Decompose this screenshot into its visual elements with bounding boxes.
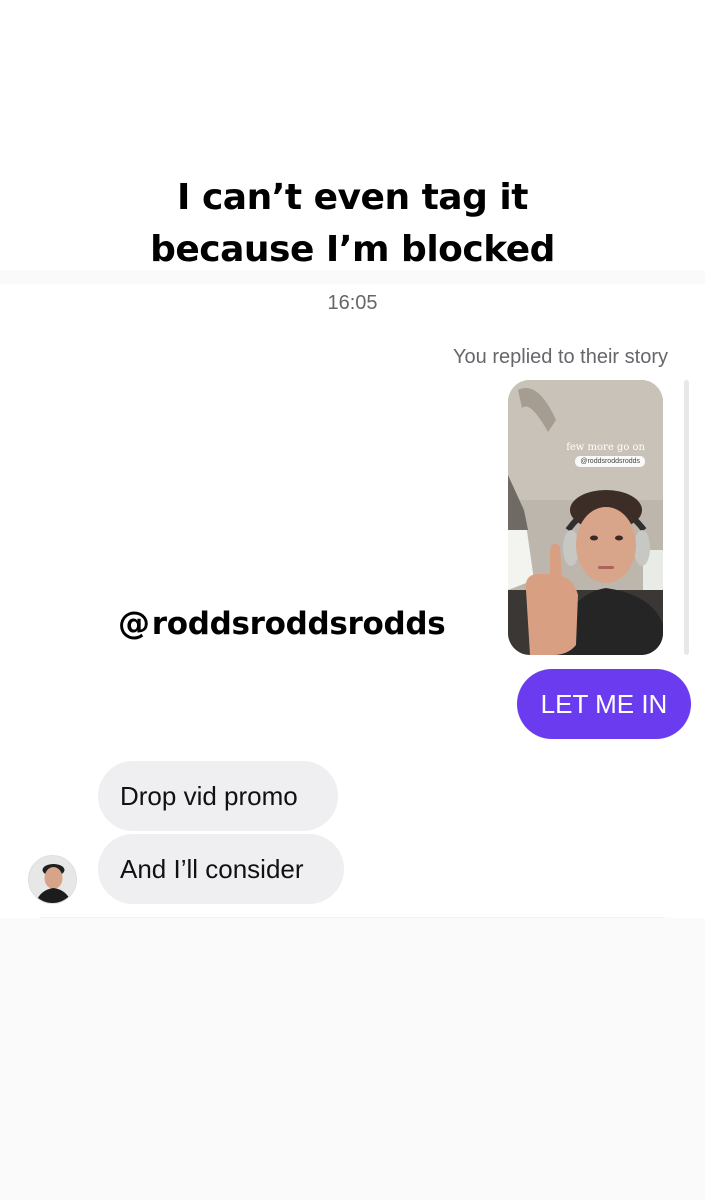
- message-timestamp: 16:05: [327, 292, 378, 314]
- threads-handle: @roddsroddsrodds: [118, 604, 446, 642]
- threads-icon: @: [118, 604, 150, 642]
- story-photo: [508, 380, 663, 655]
- story-mention-tag: @roddsroddsrodds: [575, 456, 645, 467]
- received-message-bubble[interactable]: And I’ll consider: [98, 834, 344, 904]
- sent-message-text: LET ME IN: [540, 688, 668, 719]
- story-caption: I can’t even tag it because I’m blocked: [0, 172, 705, 276]
- received-message-text: And I’ll consider: [120, 853, 304, 884]
- avatar-photo: [29, 856, 76, 903]
- caption-line-2: because I’m blocked: [150, 229, 555, 270]
- sent-message-bubble[interactable]: LET ME IN: [517, 669, 691, 739]
- screenshot: I can’t even tag it because I’m blocked …: [0, 0, 705, 1200]
- story-reply-note: You replied to their story: [453, 346, 668, 368]
- story-overlay-text: few more go on: [566, 442, 645, 453]
- received-message-bubble[interactable]: Drop vid promo: [98, 761, 338, 831]
- empty-lower-area: [0, 918, 705, 1200]
- story-preview[interactable]: few more go on @roddsroddsrodds: [508, 380, 663, 655]
- caption-line-1: I can’t even tag it: [177, 177, 528, 218]
- received-message-text: Drop vid promo: [120, 780, 298, 811]
- story-reply-indicator: [684, 380, 689, 655]
- sender-avatar[interactable]: [28, 855, 77, 904]
- caption-divider-band: [0, 270, 705, 284]
- threads-handle-text: roddsroddsrodds: [151, 606, 446, 642]
